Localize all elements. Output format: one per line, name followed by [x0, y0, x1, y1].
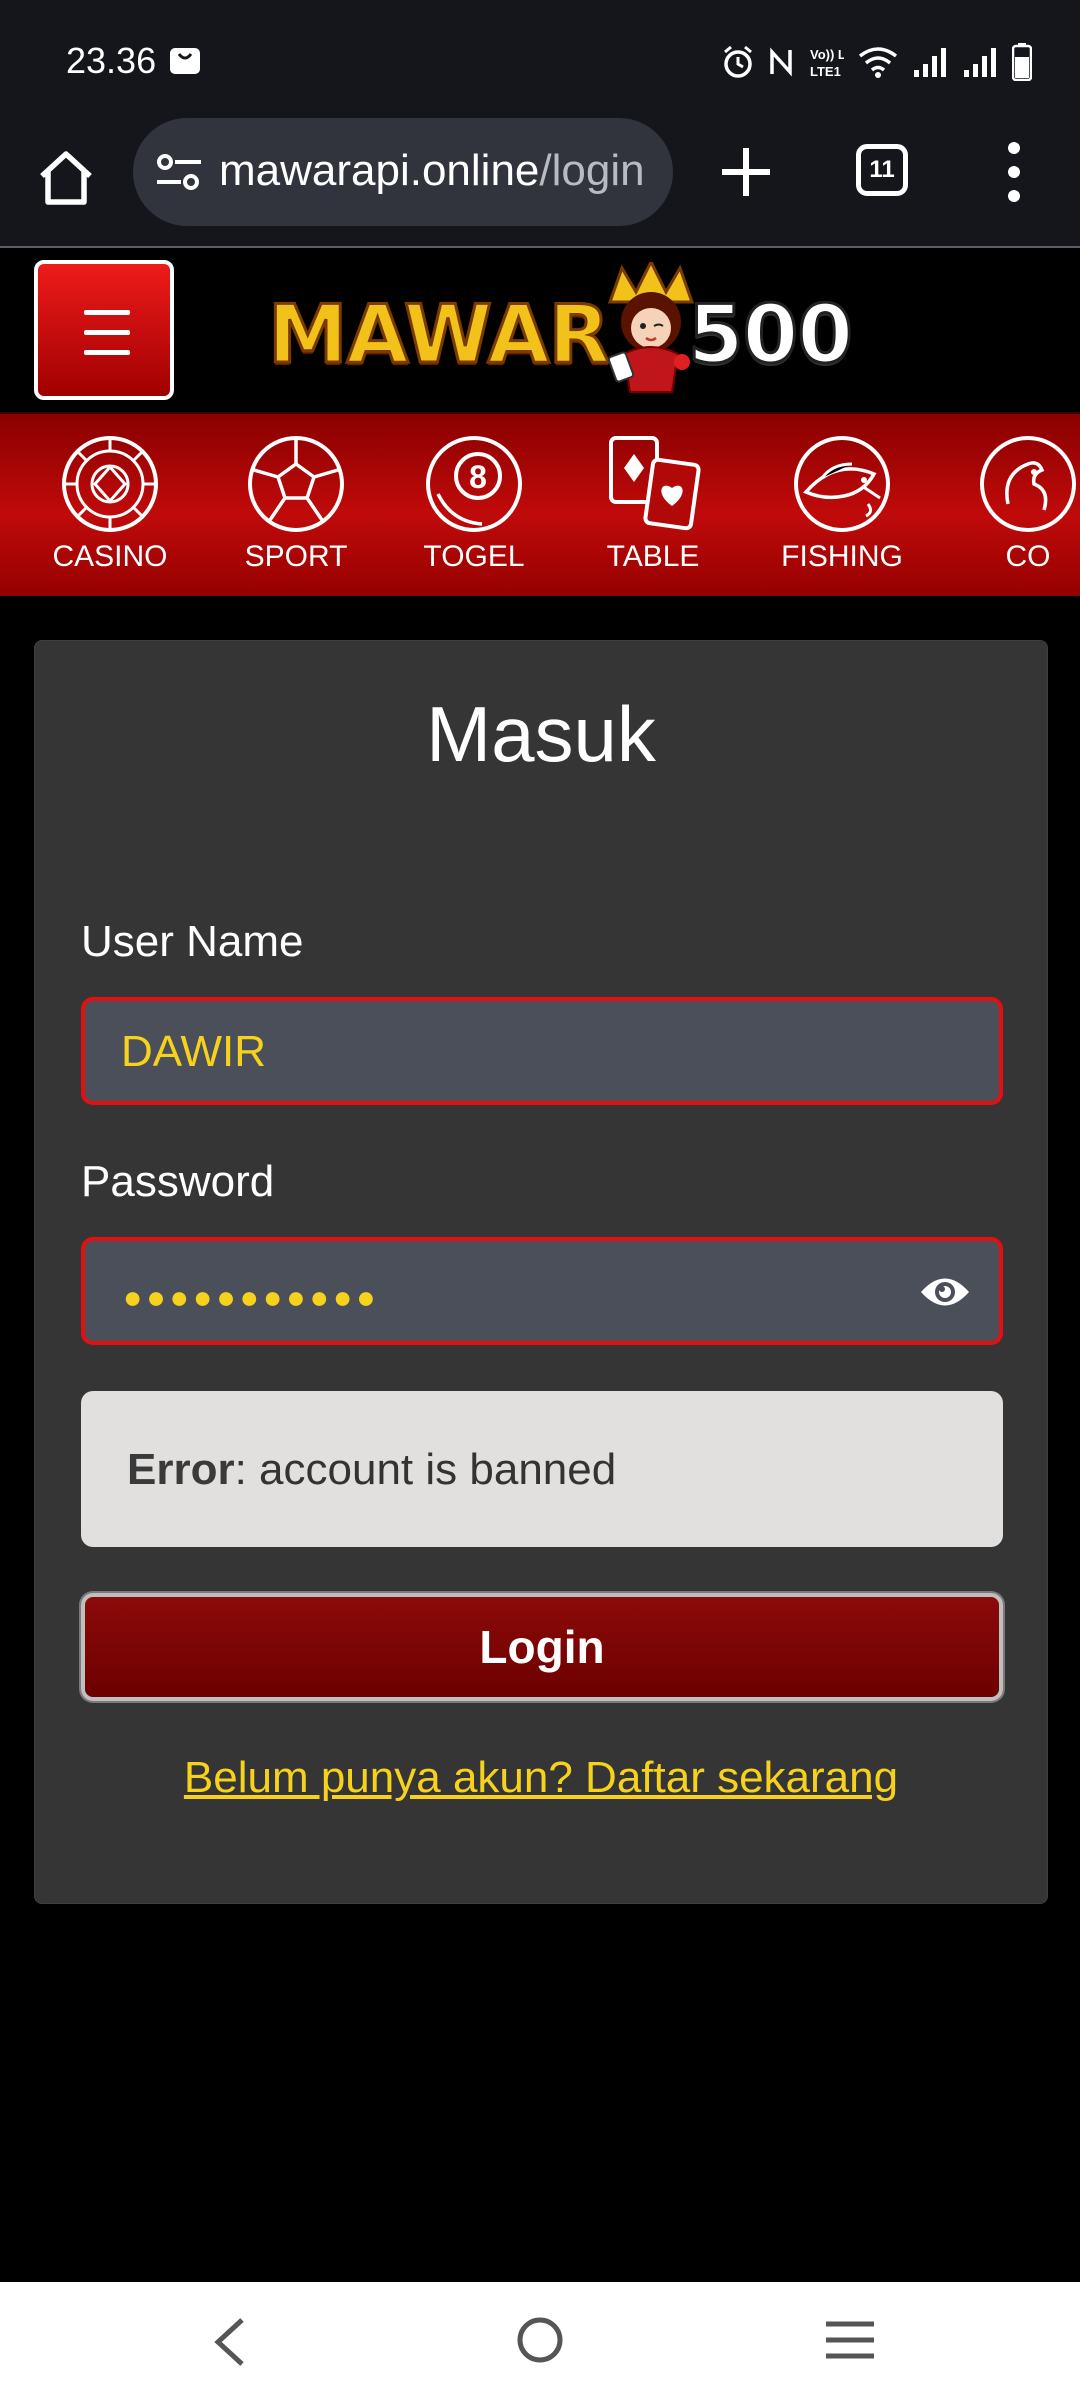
- category-label: SPORT: [244, 540, 348, 573]
- error-text: Error: account is banned: [127, 1445, 616, 1495]
- menu-line: [84, 330, 130, 335]
- soccer-ball-icon: [248, 436, 344, 532]
- browser-toolbar: mawarapi.online/login 11: [0, 118, 1080, 248]
- register-link[interactable]: Belum punya akun? Daftar sekarang: [35, 1753, 1047, 1803]
- system-nav-bar: [0, 2282, 1080, 2400]
- show-password-icon[interactable]: [919, 1271, 971, 1313]
- site-settings-icon[interactable]: [155, 152, 203, 192]
- url-path: /login: [539, 146, 645, 195]
- category-nav: CASINO SPORT 8 TOGEL TABLE FISHING CO: [0, 412, 1080, 596]
- category-label: TOGEL: [423, 540, 525, 573]
- username-label: User Name: [81, 917, 304, 966]
- more-options-icon[interactable]: [1000, 140, 1028, 204]
- category-label: FISHING: [781, 540, 903, 573]
- wifi-icon: [858, 47, 898, 78]
- logo-text-left: MAWAR: [266, 287, 611, 383]
- category-label: TABLE: [606, 540, 700, 573]
- logo-text-right: 500: [687, 287, 855, 383]
- roulette-icon: [62, 436, 158, 532]
- login-card: Masuk User Name DAWIR Password ●●●●●●●●●…: [34, 640, 1048, 1904]
- fish-icon: [794, 436, 890, 532]
- url-text: mawarapi.online/login: [219, 146, 645, 196]
- username-input[interactable]: DAWIR: [81, 997, 1003, 1105]
- eight-ball-icon: 8: [426, 436, 522, 532]
- status-icons: Vo)) LTE1 LTE1: [722, 40, 1032, 84]
- password-label: Password: [81, 1157, 275, 1206]
- tab-switcher-button[interactable]: 11: [856, 144, 908, 196]
- home-nav-icon[interactable]: [516, 2316, 564, 2364]
- category-sport[interactable]: SPORT: [216, 434, 376, 574]
- login-title: Masuk: [426, 690, 656, 778]
- address-bar[interactable]: mawarapi.online/login: [133, 118, 673, 226]
- recent-apps-icon[interactable]: [824, 2320, 876, 2360]
- category-fishing[interactable]: FISHING: [762, 434, 922, 574]
- username-value: DAWIR: [121, 1027, 267, 1076]
- category-table[interactable]: TABLE: [573, 434, 733, 574]
- signal-icon: [914, 48, 946, 77]
- password-input[interactable]: ●●●●●●●●●●●: [81, 1237, 1003, 1345]
- category-cockfight[interactable]: CO: [948, 434, 1080, 574]
- category-togel[interactable]: 8 TOGEL: [394, 434, 554, 574]
- site-header: MAWAR 500: [0, 248, 1080, 412]
- error-alert: Error: account is banned: [81, 1391, 1003, 1547]
- new-tab-icon[interactable]: [718, 144, 774, 200]
- alarm-icon: [724, 45, 752, 78]
- back-icon[interactable]: [210, 2316, 250, 2368]
- menu-line: [84, 350, 130, 355]
- hamburger-menu-button[interactable]: [34, 260, 174, 400]
- error-prefix: Error: [127, 1445, 235, 1494]
- login-button[interactable]: Login: [81, 1593, 1003, 1701]
- category-label: CO: [1005, 540, 1051, 573]
- menu-line: [84, 310, 130, 315]
- playing-cards-icon: [609, 436, 701, 531]
- battery-icon: [1012, 43, 1032, 81]
- category-label: CASINO: [52, 540, 168, 573]
- cockfight-icon: [980, 436, 1076, 532]
- volte-icon: Vo)) LTE1 LTE1: [810, 47, 844, 79]
- site-logo[interactable]: MAWAR 500: [266, 262, 858, 402]
- svg-text:8: 8: [469, 459, 487, 495]
- status-bar: 23.36 Vo)) LTE1 LTE1: [0, 0, 1080, 118]
- category-casino[interactable]: CASINO: [30, 434, 190, 574]
- nfc-icon: [770, 47, 792, 77]
- svg-text:LTE1: LTE1: [810, 64, 841, 79]
- svg-text:Vo)) LTE1: Vo)) LTE1: [810, 47, 844, 62]
- home-icon[interactable]: [34, 146, 98, 210]
- shopping-bag-icon: [170, 48, 200, 74]
- signal-icon: [964, 48, 996, 77]
- error-message: : account is banned: [234, 1445, 617, 1494]
- url-domain: mawarapi.online: [219, 146, 540, 195]
- status-time: 23.36: [66, 40, 157, 81]
- password-value: ●●●●●●●●●●●: [123, 1279, 380, 1315]
